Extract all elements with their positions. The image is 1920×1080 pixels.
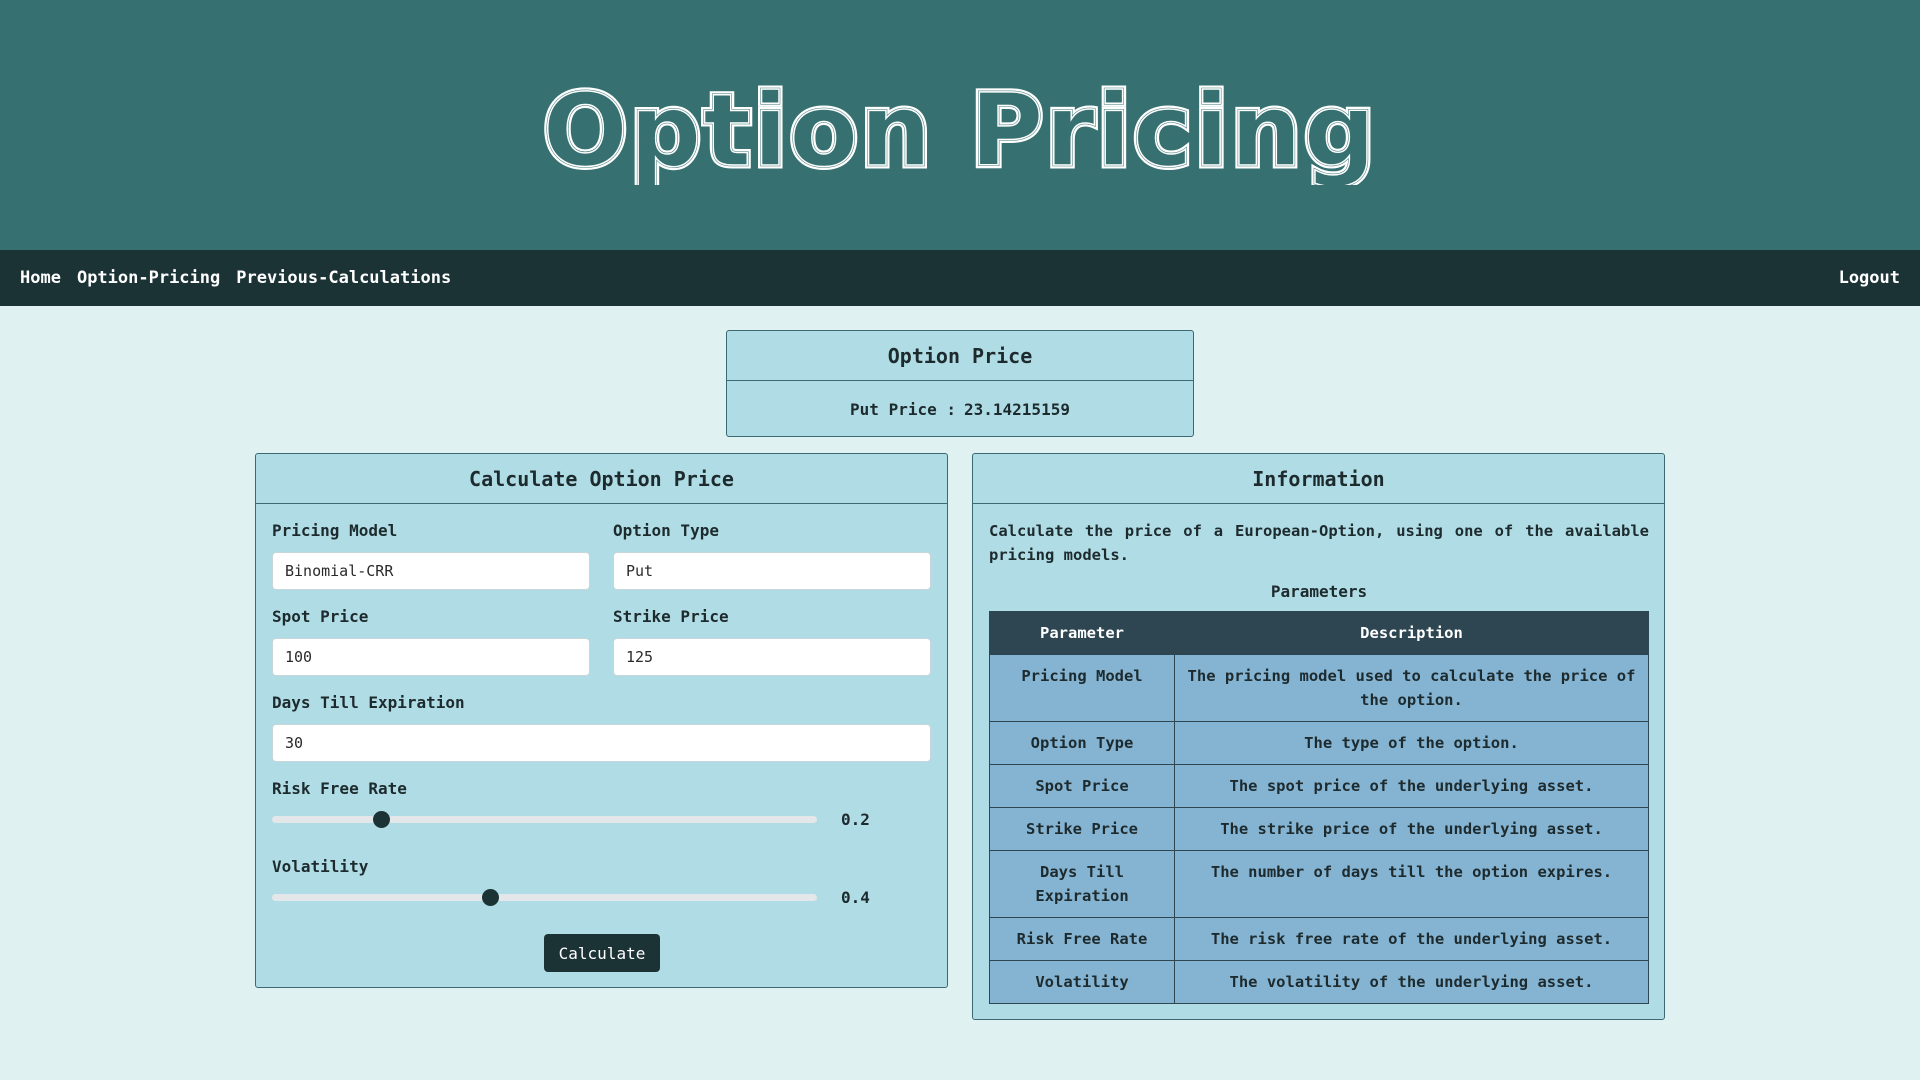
volatility-label: Volatility <box>272 857 369 876</box>
parameter-cell: Risk Free Rate <box>989 917 1175 961</box>
table-header-row: Parameter Description <box>989 611 1649 655</box>
parameter-cell: Volatility <box>989 960 1175 1004</box>
nav-option-pricing-link[interactable]: Option-Pricing <box>77 268 220 288</box>
volatility-slider[interactable] <box>272 894 817 901</box>
strike-price-input[interactable] <box>613 638 931 676</box>
banner: Option Pricing Option Pricing Option Pri… <box>0 0 1920 250</box>
information-panel: Information Calculate the price of a Eur… <box>972 453 1665 1020</box>
description-cell: The number of days till the option expir… <box>1174 850 1649 918</box>
parameter-cell: Days Till Expiration <box>989 850 1175 918</box>
pricing-model-input[interactable] <box>272 552 590 590</box>
parameters-table: Parameter Description Pricing Model The … <box>989 611 1649 1004</box>
column-header-description: Description <box>1174 611 1649 655</box>
site-logo-inline: Option Pricing <box>543 72 1378 185</box>
nav-previous-calculations-link[interactable]: Previous-Calculations <box>236 268 451 288</box>
option-price-title: Option Price <box>727 331 1193 381</box>
days-till-expiration-label: Days Till Expiration <box>272 693 465 712</box>
description-cell: The type of the option. <box>1174 721 1649 765</box>
table-row: Spot Price The spot price of the underly… <box>989 764 1649 808</box>
parameter-cell: Spot Price <box>989 764 1175 808</box>
navbar: Home Option-Pricing Previous-Calculation… <box>0 250 1920 306</box>
table-row: Days Till Expiration The number of days … <box>989 850 1649 918</box>
table-row: Volatility The volatility of the underly… <box>989 960 1649 1004</box>
calculator-title: Calculate Option Price <box>256 454 947 504</box>
spot-price-label: Spot Price <box>272 607 369 626</box>
table-row: Pricing Model The pricing model used to … <box>989 654 1649 722</box>
strike-price-label: Strike Price <box>613 607 729 626</box>
put-price-value: 23.14215159 <box>964 399 1070 419</box>
volatility-slider-handle[interactable] <box>481 889 499 906</box>
nav-links: Home Option-Pricing Previous-Calculation… <box>20 268 451 288</box>
table-row: Risk Free Rate The risk free rate of the… <box>989 917 1649 961</box>
description-cell: The strike price of the underlying asset… <box>1174 807 1649 851</box>
option-price-result: Put Price : 23.14215159 <box>727 381 1193 437</box>
information-title: Information <box>973 454 1664 504</box>
pricing-model-label: Pricing Model <box>272 521 398 540</box>
table-row: Strike Price The strike price of the und… <box>989 807 1649 851</box>
option-type-input[interactable] <box>613 552 931 590</box>
risk-free-rate-slider[interactable] <box>272 816 817 823</box>
spot-price-input[interactable] <box>272 638 590 676</box>
description-cell: The risk free rate of the underlying ass… <box>1174 917 1649 961</box>
nav-logout-link[interactable]: Logout <box>1839 268 1900 288</box>
risk-free-rate-slider-handle[interactable] <box>372 811 390 828</box>
table-row: Option Type The type of the option. <box>989 721 1649 765</box>
parameter-cell: Pricing Model <box>989 654 1175 722</box>
description-cell: The spot price of the underlying asset. <box>1174 764 1649 808</box>
calculate-button[interactable]: Calculate <box>544 934 660 972</box>
description-cell: The volatility of the underlying asset. <box>1174 960 1649 1004</box>
days-till-expiration-input[interactable] <box>272 724 931 762</box>
parameter-cell: Strike Price <box>989 807 1175 851</box>
nav-home-link[interactable]: Home <box>20 268 61 288</box>
information-description: Calculate the price of a European-Option… <box>989 522 1649 564</box>
put-price-label: Put Price : <box>850 399 956 419</box>
risk-free-rate-value: 0.2 <box>841 810 870 829</box>
risk-free-rate-label: Risk Free Rate <box>272 779 407 798</box>
parameter-cell: Option Type <box>989 721 1175 765</box>
option-price-panel: Option Price Put Price : 23.14215159 <box>726 330 1194 437</box>
description-cell: The pricing model used to calculate the … <box>1174 654 1649 722</box>
site-logo: Option Pricing Option Pricing Option Pri… <box>539 69 1379 186</box>
calculate-option-price-panel: Calculate Option Price Pricing Model Opt… <box>255 453 948 988</box>
option-type-label: Option Type <box>613 521 719 540</box>
column-header-parameter: Parameter <box>989 611 1175 655</box>
parameters-caption: Parameters <box>1270 582 1368 601</box>
volatility-value: 0.4 <box>841 888 870 907</box>
